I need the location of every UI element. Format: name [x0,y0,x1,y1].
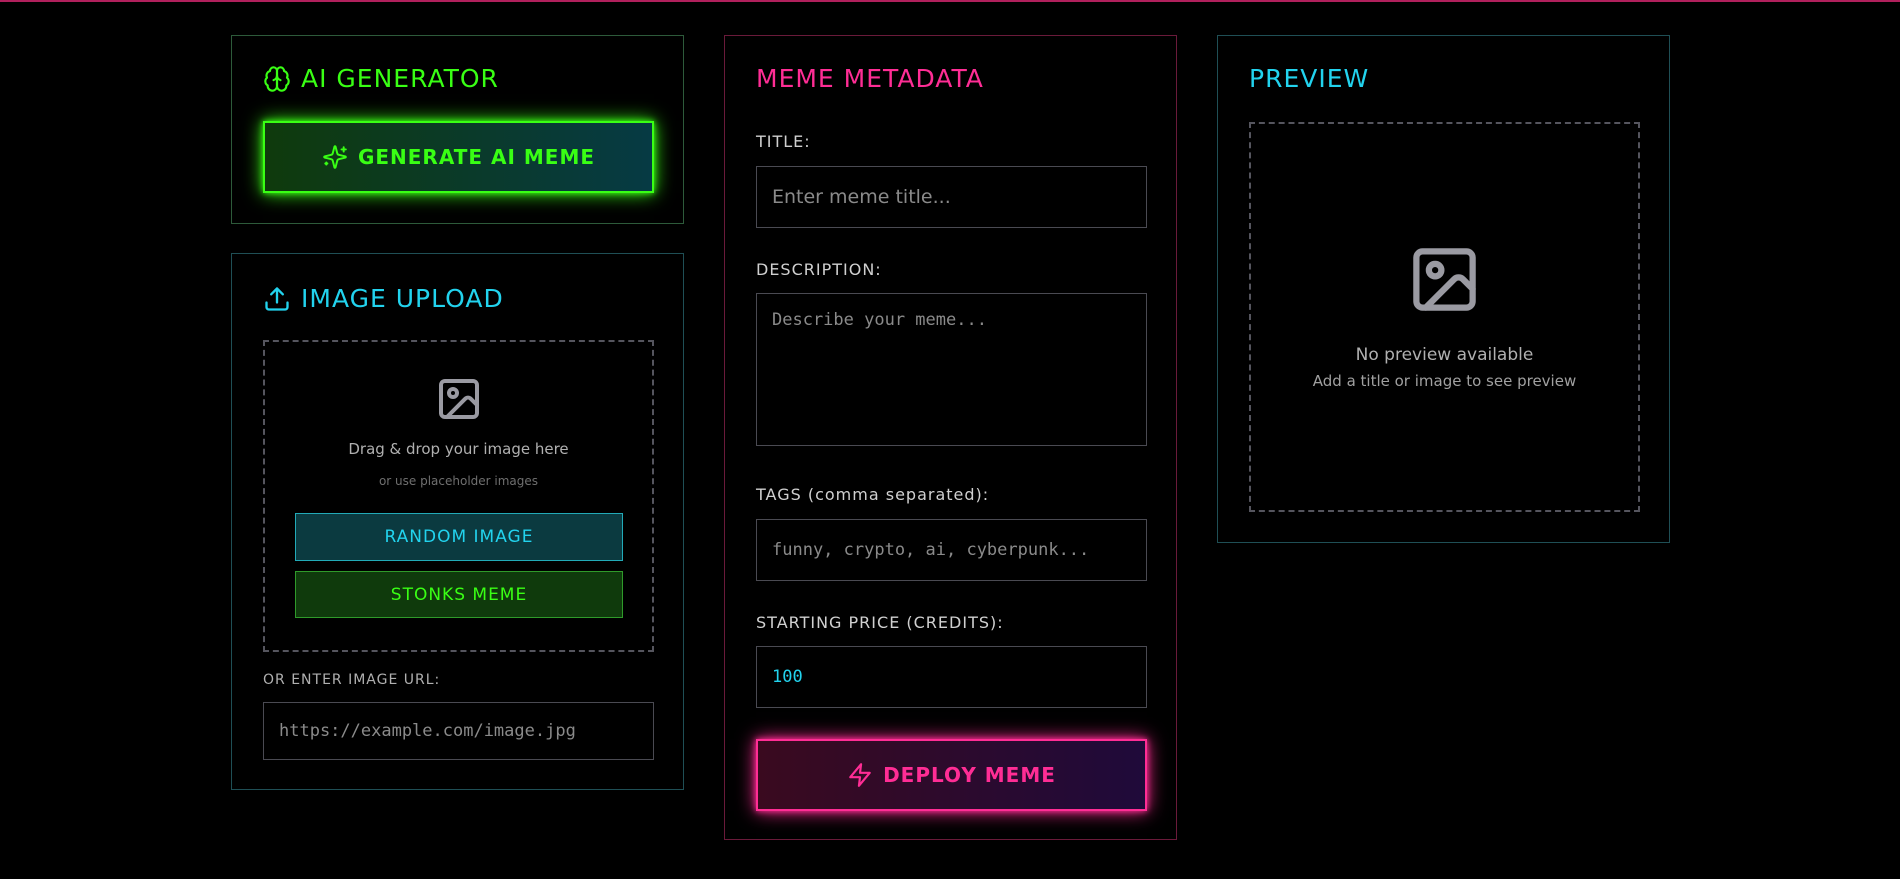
preview-panel: PREVIEW No preview available Add a title… [1217,35,1670,543]
image-dropzone[interactable]: Drag & drop your image here or use place… [263,340,654,652]
sparkles-icon [322,144,348,170]
stonks-meme-button[interactable]: STONKS MEME [295,571,623,618]
preview-empty-subtext: Add a title or image to see preview [1312,372,1577,390]
image-url-label: OR ENTER IMAGE URL: [263,672,441,688]
dropzone-subtext: or use placeholder images [378,474,539,488]
meme-metadata-title: MEME METADATA [756,64,984,93]
generate-ai-meme-button[interactable]: GENERATE AI MEME [263,121,654,193]
generate-ai-meme-label: GENERATE AI MEME [357,145,596,169]
preview-image-icon [1407,242,1482,317]
ai-generator-panel: AI GENERATOR GENERATE AI MEME [231,35,684,224]
description-label: DESCRIPTION: [756,260,882,279]
image-upload-panel: IMAGE UPLOAD Drag & drop your image here… [231,253,684,790]
starting-price-label: STARTING PRICE (CREDITS): [756,613,1004,632]
meme-metadata-panel: MEME METADATA TITLE: DESCRIPTION: TAGS (… [724,35,1177,840]
preview-area: No preview available Add a title or imag… [1249,122,1640,512]
preview-title: PREVIEW [1249,64,1370,93]
deploy-meme-label: DEPLOY MEME [883,763,1056,787]
zap-icon [847,762,873,788]
ai-generator-title: AI GENERATOR [263,64,499,93]
description-textarea[interactable] [756,293,1147,446]
stonks-meme-label: STONKS MEME [390,584,528,605]
image-icon [435,375,483,423]
tags-label: TAGS (comma separated): [756,485,990,504]
image-upload-title: IMAGE UPLOAD [263,284,504,313]
deploy-meme-button[interactable]: DEPLOY MEME [756,739,1147,811]
tags-input[interactable] [756,519,1147,581]
image-upload-title-text: IMAGE UPLOAD [301,284,504,313]
random-image-button[interactable]: RANDOM IMAGE [295,513,623,561]
upload-icon [263,285,291,313]
starting-price-input[interactable] [756,646,1147,708]
preview-empty-text: No preview available [1355,345,1534,365]
image-url-input[interactable] [263,702,654,760]
meme-title-input[interactable] [756,166,1147,228]
title-label: TITLE: [756,132,811,151]
dropzone-text: Drag & drop your image here [348,440,569,458]
brain-icon [263,65,291,93]
ai-generator-title-text: AI GENERATOR [301,64,499,93]
random-image-label: RANDOM IMAGE [384,527,534,547]
top-accent-line [0,0,1900,2]
